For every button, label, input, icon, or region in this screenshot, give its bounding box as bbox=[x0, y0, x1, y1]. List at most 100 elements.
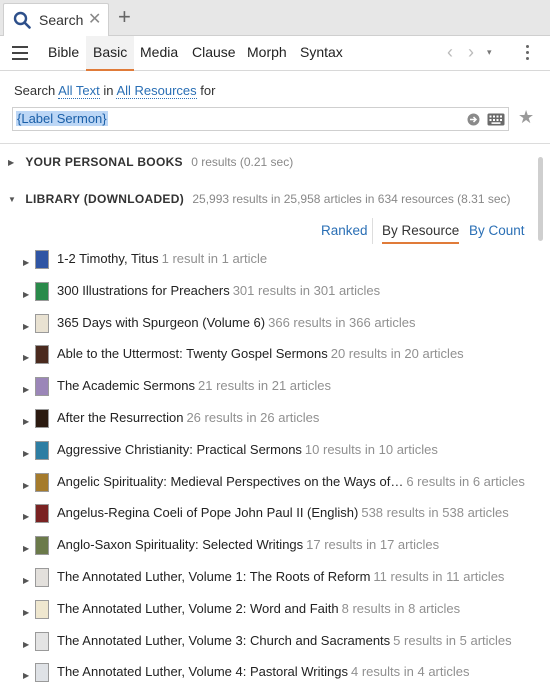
tab-basic[interactable]: Basic bbox=[86, 36, 135, 71]
result-count: 366 results in 366 articles bbox=[268, 314, 416, 330]
expand-caret-icon[interactable]: ▶ bbox=[23, 322, 29, 331]
resource-title[interactable]: Angelic Spirituality: Medieval Perspecti… bbox=[57, 474, 403, 489]
section-personal-books[interactable]: ▶ YOUR PERSONAL BOOKS 0 results (0.21 se… bbox=[8, 155, 293, 169]
book-cover-icon bbox=[35, 281, 49, 301]
result-count: 20 results in 20 articles bbox=[330, 346, 464, 362]
section-meta: 0 results (0.21 sec) bbox=[191, 155, 294, 169]
result-row[interactable]: ▶ The Annotated Luther, Volume 3: Church … bbox=[0, 631, 536, 661]
expand-caret-icon[interactable]: ▶ bbox=[23, 512, 29, 521]
expand-caret-icon[interactable]: ▶ bbox=[23, 353, 29, 362]
resource-title[interactable]: After the Resurrection bbox=[57, 410, 183, 425]
resource-title[interactable]: Aggressive Christianity: Practical Sermo… bbox=[57, 442, 302, 457]
expand-caret-icon[interactable]: ▶ bbox=[23, 385, 29, 394]
expanded-caret-icon: ▼ bbox=[8, 195, 16, 205]
tab-clause[interactable]: Clause bbox=[185, 36, 243, 71]
result-text: The Annotated Luther, Volume 2: Word and… bbox=[57, 601, 460, 616]
expand-caret-icon[interactable]: ▶ bbox=[23, 290, 29, 299]
book-cover-icon bbox=[35, 409, 49, 428]
sort-by-resource[interactable]: By Resource bbox=[382, 223, 460, 244]
resource-title[interactable]: The Annotated Luther, Volume 3: Church a… bbox=[57, 633, 390, 648]
scope-resources-link[interactable]: All Resources bbox=[116, 83, 197, 99]
resource-title[interactable]: Able to the Uttermost: Twenty Gospel Ser… bbox=[57, 346, 328, 361]
result-row[interactable]: ▶ Aggressive Christianity: Practical Serm… bbox=[0, 440, 536, 470]
sort-separator bbox=[372, 218, 373, 244]
resource-title[interactable]: 1-2 Timothy, Titus bbox=[57, 251, 159, 266]
expand-caret-icon[interactable]: ▶ bbox=[23, 608, 29, 617]
result-row[interactable]: ▶ The Annotated Luther, Volume 1: The Roo… bbox=[0, 567, 536, 597]
resource-title[interactable]: The Annotated Luther, Volume 2: Word and… bbox=[57, 601, 339, 616]
result-text: 300 Illustrations for Preachers 301 resul… bbox=[57, 283, 380, 298]
resource-title[interactable]: The Annotated Luther, Volume 1: The Root… bbox=[57, 569, 370, 584]
result-text: The Annotated Luther, Volume 4: Pastoral… bbox=[57, 664, 470, 679]
book-cover-icon bbox=[35, 472, 49, 492]
resource-title[interactable]: The Annotated Luther, Volume 4: Pastoral… bbox=[57, 664, 348, 679]
section-meta: 25,993 results in 25,958 articles in 634… bbox=[192, 192, 511, 206]
search-icon bbox=[13, 11, 31, 29]
tab-morph[interactable]: Morph bbox=[240, 36, 294, 71]
result-text: 1-2 Timothy, Titus 1 result in 1 article bbox=[57, 251, 267, 266]
search-scope-line: Search All Text in All Resources for bbox=[14, 83, 215, 99]
new-tab-button[interactable]: + bbox=[118, 4, 131, 30]
result-count: 21 results in 21 articles bbox=[198, 378, 331, 394]
result-row[interactable]: ▶ After the Resurrection 26 results in 26 … bbox=[0, 408, 536, 438]
search-toolbar: Bible Basic Media Clause Morph Syntax ‹ … bbox=[0, 36, 550, 71]
search-input[interactable]: {Label Sermon} bbox=[12, 107, 509, 131]
search-prefix: Search bbox=[14, 83, 56, 98]
sort-by-count[interactable]: By Count bbox=[469, 223, 525, 238]
resource-title[interactable]: Anglo-Saxon Spirituality: Selected Writi… bbox=[57, 537, 303, 552]
history-dropdown-icon[interactable]: ▾ bbox=[487, 47, 492, 58]
result-row[interactable]: ▶ The Annotated Luther, Volume 4: Pastora… bbox=[0, 662, 536, 688]
tab-bible[interactable]: Bible bbox=[41, 36, 86, 71]
result-text: The Annotated Luther, Volume 1: The Root… bbox=[57, 569, 504, 584]
expand-caret-icon[interactable]: ▶ bbox=[23, 481, 29, 490]
tab-bar: Search ✕ + bbox=[0, 0, 550, 37]
expand-caret-icon[interactable]: ▶ bbox=[23, 640, 29, 649]
result-text: Able to the Uttermost: Twenty Gospel Ser… bbox=[57, 346, 464, 361]
expand-caret-icon[interactable]: ▶ bbox=[23, 417, 29, 426]
result-row[interactable]: ▶ Anglo-Saxon Spirituality: Selected Writ… bbox=[0, 535, 536, 565]
resource-title[interactable]: Angelus-Regina Coeli of Pope John Paul I… bbox=[57, 505, 358, 520]
search-query[interactable]: {Label Sermon} bbox=[16, 111, 108, 126]
result-text: The Annotated Luther, Volume 3: Church a… bbox=[57, 633, 512, 648]
result-row[interactable]: ▶ 365 Days with Spurgeon (Volume 6) 366 re… bbox=[0, 313, 536, 343]
sort-ranked[interactable]: Ranked bbox=[321, 223, 368, 238]
resource-title[interactable]: 300 Illustrations for Preachers bbox=[57, 283, 230, 298]
search-tab[interactable]: Search ✕ bbox=[3, 3, 109, 37]
result-count: 538 results in 538 articles bbox=[361, 505, 509, 521]
result-row[interactable]: ▶ Angelic Spirituality: Medieval Perspect… bbox=[0, 472, 536, 502]
tab-syntax[interactable]: Syntax bbox=[293, 36, 350, 71]
expand-caret-icon[interactable]: ▶ bbox=[23, 544, 29, 553]
star-icon[interactable]: ★ bbox=[518, 107, 534, 128]
hamburger-menu-icon[interactable] bbox=[12, 46, 28, 60]
resource-title[interactable]: The Academic Sermons bbox=[57, 378, 195, 393]
tab-media[interactable]: Media bbox=[133, 36, 185, 71]
forward-arrow-icon[interactable]: › bbox=[468, 42, 474, 63]
section-library[interactable]: ▼ LIBRARY (DOWNLOADED) 25,993 results in… bbox=[8, 192, 511, 206]
result-count: 301 results in 301 articles bbox=[232, 282, 381, 298]
result-row[interactable]: ▶ Angelus-Regina Coeli of Pope John Paul … bbox=[0, 503, 536, 533]
close-icon[interactable]: ✕ bbox=[88, 9, 101, 29]
expand-caret-icon[interactable]: ▶ bbox=[23, 576, 29, 585]
back-arrow-icon[interactable]: ‹ bbox=[447, 42, 453, 63]
expand-caret-icon[interactable]: ▶ bbox=[23, 449, 29, 458]
result-count: 17 results in 17 articles bbox=[306, 537, 440, 553]
result-row[interactable]: ▶ The Annotated Luther, Volume 2: Word an… bbox=[0, 599, 536, 629]
scrollbar-thumb[interactable] bbox=[538, 157, 543, 241]
more-options-icon[interactable] bbox=[526, 45, 530, 63]
result-text: Angelic Spirituality: Medieval Perspecti… bbox=[57, 474, 525, 489]
result-row[interactable]: ▶ Able to the Uttermost: Twenty Gospel Se… bbox=[0, 344, 536, 374]
scope-text-link[interactable]: All Text bbox=[58, 83, 100, 99]
result-row[interactable]: ▶ 300 Illustrations for Preachers 301 resu… bbox=[0, 281, 536, 311]
resource-title[interactable]: 365 Days with Spurgeon (Volume 6) bbox=[57, 315, 265, 330]
result-count: 8 results in 8 articles bbox=[341, 600, 461, 616]
expand-caret-icon[interactable]: ▶ bbox=[23, 258, 29, 267]
expand-caret-icon[interactable]: ▶ bbox=[23, 671, 29, 680]
result-row[interactable]: ▶ 1-2 Timothy, Titus 1 result in 1 article bbox=[0, 249, 536, 279]
result-count: 6 results in 6 articles bbox=[406, 473, 525, 489]
keyboard-icon[interactable] bbox=[487, 113, 505, 126]
section-title: LIBRARY (DOWNLOADED) bbox=[25, 192, 184, 206]
go-arrow-icon[interactable] bbox=[467, 113, 480, 126]
result-count: 11 results in 11 articles bbox=[373, 569, 505, 584]
result-row[interactable]: ▶ The Academic Sermons 21 results in 21 ar… bbox=[0, 376, 536, 406]
result-count: 26 results in 26 articles bbox=[186, 410, 320, 425]
